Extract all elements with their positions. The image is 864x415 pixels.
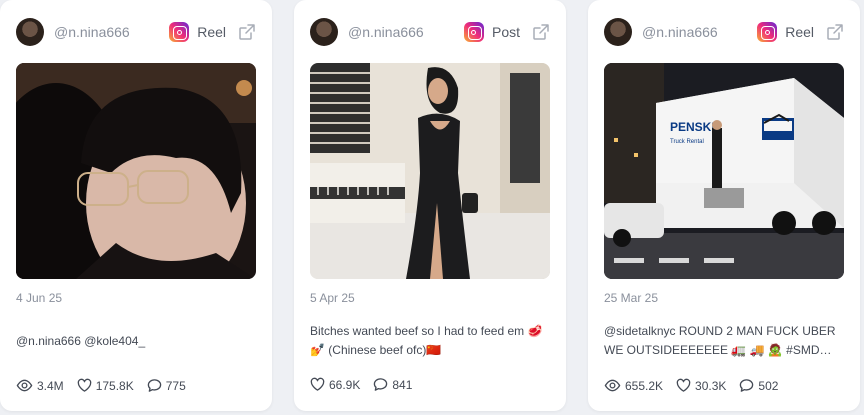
- post-date: 5 Apr 25: [310, 291, 355, 305]
- instagram-icon: [169, 22, 190, 42]
- heart-icon: [310, 377, 325, 391]
- comments-stat: 502: [739, 378, 778, 393]
- username[interactable]: @n.nina666: [54, 24, 130, 40]
- views-stat: 655.2K: [604, 377, 663, 394]
- post-type-label: Reel: [785, 24, 814, 40]
- username[interactable]: @n.nina666: [348, 24, 424, 40]
- likes-stat: 66.9K: [310, 377, 360, 392]
- comments-count: 841: [392, 377, 413, 392]
- post-date: 25 Mar 25: [604, 291, 659, 305]
- heart-icon: [676, 378, 691, 392]
- username[interactable]: @n.nina666: [642, 24, 718, 40]
- post-thumbnail[interactable]: PENSKE Truck Rental: [604, 63, 844, 279]
- comments-count: 775: [165, 378, 186, 393]
- external-link-icon[interactable]: [826, 23, 844, 41]
- heart-icon: [77, 378, 91, 392]
- post-caption: Bitches wanted beef so I had to feed em …: [310, 324, 543, 357]
- thumbnail-image: PENSKE Truck Rental: [604, 63, 844, 279]
- likes-stat: 30.3K: [676, 378, 726, 393]
- instagram-icon: [757, 22, 778, 42]
- avatar[interactable]: [604, 18, 632, 46]
- comment-icon: [147, 379, 161, 392]
- thumbnail-image: [16, 63, 256, 279]
- external-link-icon[interactable]: [238, 23, 256, 41]
- truck-brand-text: PENSKE: [670, 120, 719, 134]
- card-header: @n.nina666 Reel: [604, 17, 844, 47]
- instagram-icon: [463, 22, 484, 42]
- comments-stat: 841: [373, 377, 412, 392]
- stats-row: 3.4M 175.8K 775: [16, 377, 199, 394]
- eye-icon: [604, 379, 621, 392]
- thumbnail-image: [310, 63, 550, 279]
- avatar[interactable]: [310, 18, 338, 46]
- post-type-label: Reel: [197, 24, 226, 40]
- post-type-label: Post: [491, 24, 520, 40]
- views-stat: 3.4M: [16, 377, 64, 394]
- comment-icon: [740, 379, 754, 392]
- comments-count: 502: [758, 378, 779, 393]
- likes-count: 30.3K: [695, 378, 727, 393]
- comment-icon: [374, 378, 388, 391]
- eye-icon: [16, 379, 33, 392]
- post-caption: @n.nina666 @kole404_: [16, 334, 146, 348]
- post-card[interactable]: @n.nina666 Post 5 Apr 25 Bitches wanted …: [294, 0, 566, 411]
- stats-row: 655.2K 30.3K 502: [604, 377, 791, 394]
- card-header: @n.nina666 Post: [310, 17, 550, 47]
- comments-stat: 775: [147, 378, 186, 393]
- avatar[interactable]: [16, 18, 44, 46]
- truck-subtitle-text: Truck Rental: [670, 139, 704, 145]
- post-date: 4 Jun 25: [16, 291, 63, 305]
- views-count: 655.2K: [625, 378, 664, 393]
- post-card[interactable]: @n.nina666 Reel PENSKE Truck Rental 25 M…: [588, 0, 860, 411]
- post-caption: @sidetalknyc ROUND 2 MAN FUCK UBER WE OU…: [604, 324, 836, 357]
- views-count: 3.4M: [37, 378, 64, 393]
- card-header: @n.nina666 Reel: [16, 17, 256, 47]
- external-link-icon[interactable]: [532, 23, 550, 41]
- likes-stat: 175.8K: [77, 378, 134, 393]
- post-card[interactable]: @n.nina666 Reel 4 Jun 25 @n.nina666 @kol…: [0, 0, 272, 411]
- post-thumbnail[interactable]: [16, 63, 256, 279]
- stats-row: 66.9K 841: [310, 377, 425, 392]
- post-thumbnail[interactable]: [310, 63, 550, 279]
- likes-count: 66.9K: [329, 377, 361, 392]
- likes-count: 175.8K: [95, 378, 134, 393]
